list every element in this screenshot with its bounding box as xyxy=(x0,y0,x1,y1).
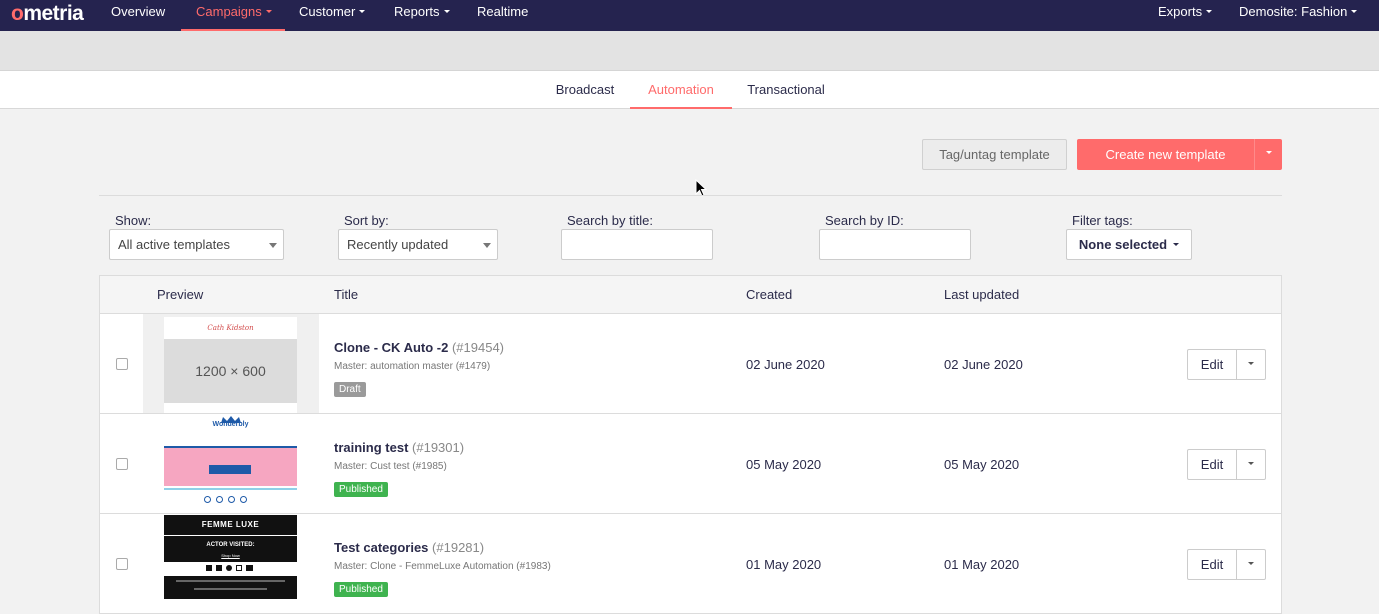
instagram-icon xyxy=(240,496,247,503)
chevron-down-icon xyxy=(1206,10,1213,14)
ometria-logo[interactable]: ometria xyxy=(11,2,84,26)
divider xyxy=(164,488,297,490)
social-icons xyxy=(204,496,258,504)
status-badge: Published xyxy=(334,582,388,597)
footer-text xyxy=(176,580,285,582)
page-header-band xyxy=(0,31,1379,71)
tag-untag-template-button[interactable]: Tag/untag template xyxy=(922,139,1067,170)
created-date: 02 June 2020 xyxy=(746,357,825,372)
search-id-label: Search by ID: xyxy=(825,213,904,228)
template-preview[interactable]: Cath Kidston 1200 × 600 xyxy=(143,314,319,413)
template-preview[interactable]: FEMME LUXE ACTOR VISITED: Shop Now xyxy=(143,514,319,613)
cta-block xyxy=(209,465,251,474)
nav-campaigns[interactable]: Campaigns xyxy=(181,0,285,31)
show-label: Show: xyxy=(115,213,152,228)
template-master: Master: Cust test (#1985) xyxy=(334,461,447,472)
search-title-input[interactable] xyxy=(561,229,713,260)
dropdown-arrow-icon xyxy=(269,243,277,248)
filter-tags-label: Filter tags: xyxy=(1072,213,1133,228)
tab-transactional[interactable]: Transactional xyxy=(740,71,832,109)
chevron-down-icon xyxy=(1248,562,1254,566)
nav-realtime[interactable]: Realtime xyxy=(477,0,528,31)
template-title[interactable]: training test (#19301) xyxy=(334,440,464,455)
templates-table: Preview Title Created Last updated Cath … xyxy=(99,275,1282,614)
edit-button[interactable]: Edit xyxy=(1187,449,1237,480)
status-badge: Draft xyxy=(334,382,366,397)
row-checkbox[interactable] xyxy=(116,458,128,470)
sort-by-select[interactable]: Recently updated xyxy=(338,229,498,260)
column-header-created[interactable]: Created xyxy=(746,276,792,314)
chevron-down-icon xyxy=(1248,462,1254,466)
chevron-down-icon xyxy=(1351,10,1358,14)
brand-logo: FEMME LUXE xyxy=(201,520,260,529)
row-checkbox[interactable] xyxy=(116,558,128,570)
banner-image xyxy=(164,446,297,486)
nav-reports[interactable]: Reports xyxy=(394,0,450,31)
column-header-preview: Preview xyxy=(157,287,204,302)
row-checkbox[interactable] xyxy=(116,358,128,370)
column-header-title[interactable]: Title xyxy=(334,276,358,314)
template-master: Master: automation master (#1479) xyxy=(334,361,491,372)
edit-button[interactable]: Edit xyxy=(1187,549,1237,580)
updated-date: 02 June 2020 xyxy=(944,357,1023,372)
twitter-icon xyxy=(228,496,235,503)
twitter-icon xyxy=(216,565,222,571)
facebook-icon xyxy=(206,565,212,571)
chevron-down-icon xyxy=(1265,151,1272,155)
nav-overview[interactable]: Overview xyxy=(111,0,165,31)
table-row[interactable]: FEMME LUXE ACTOR VISITED: Shop Now Test … xyxy=(100,514,1281,613)
tab-broadcast[interactable]: Broadcast xyxy=(545,71,625,109)
create-template-dropdown-button[interactable] xyxy=(1254,139,1282,170)
nav-customer[interactable]: Customer xyxy=(299,0,366,31)
pinterest-icon xyxy=(216,496,223,503)
chevron-down-icon xyxy=(1173,243,1180,247)
table-header: Preview Title Created Last updated xyxy=(100,276,1281,314)
dropdown-arrow-icon xyxy=(483,243,491,248)
sort-by-label: Sort by: xyxy=(344,213,389,228)
social-bar xyxy=(164,562,297,576)
template-master: Master: Clone - FemmeLuxe Automation (#1… xyxy=(334,561,551,572)
chevron-down-icon xyxy=(265,10,272,14)
image-placeholder: 1200 × 600 xyxy=(164,339,297,403)
edit-button[interactable]: Edit xyxy=(1187,349,1237,380)
table-row[interactable]: Cath Kidston 1200 × 600 Clone - CK Auto … xyxy=(100,314,1281,414)
updated-date: 01 May 2020 xyxy=(944,557,1020,572)
show-select[interactable]: All active templates xyxy=(109,229,284,260)
campaign-type-tabs: Broadcast Automation Transactional xyxy=(0,71,1379,109)
template-title[interactable]: Clone - CK Auto -2 (#19454) xyxy=(334,340,504,355)
edit-options-dropdown[interactable] xyxy=(1236,449,1266,480)
top-navbar: ometria Overview Campaigns Customer Repo… xyxy=(0,0,1379,31)
table-row[interactable]: Wonderbly training test (#19301) Master:… xyxy=(100,414,1281,514)
crown-icon xyxy=(221,416,241,423)
nav-site-switcher[interactable]: Demosite: Fashion xyxy=(1239,0,1358,31)
instagram-icon xyxy=(236,565,242,571)
search-title-label: Search by title: xyxy=(567,213,653,228)
tab-automation[interactable]: Automation xyxy=(630,71,732,109)
footer-text xyxy=(194,588,267,590)
template-preview[interactable]: Wonderbly xyxy=(143,414,319,513)
pinterest-icon xyxy=(226,565,232,571)
filter-tags-dropdown[interactable]: None selected xyxy=(1066,229,1192,260)
template-title[interactable]: Test categories (#19281) xyxy=(334,540,484,555)
edit-options-dropdown[interactable] xyxy=(1236,349,1266,380)
facebook-icon xyxy=(204,496,211,503)
updated-date: 05 May 2020 xyxy=(944,457,1020,472)
status-badge: Published xyxy=(334,482,388,497)
headline: ACTOR VISITED: xyxy=(206,542,255,548)
youtube-icon xyxy=(246,565,253,571)
chevron-down-icon xyxy=(1248,362,1254,366)
divider xyxy=(164,535,297,536)
shop-now-link: Shop Now xyxy=(221,553,240,558)
chevron-down-icon xyxy=(443,10,450,14)
search-id-input[interactable] xyxy=(819,229,971,260)
create-new-template-button[interactable]: Create new template xyxy=(1077,139,1254,170)
divider xyxy=(99,195,1282,196)
created-date: 05 May 2020 xyxy=(746,457,822,472)
chevron-down-icon xyxy=(359,10,366,14)
brand-logo: Cath Kidston xyxy=(164,317,297,339)
nav-exports[interactable]: Exports xyxy=(1158,0,1213,31)
created-date: 01 May 2020 xyxy=(746,557,822,572)
column-header-last-updated[interactable]: Last updated xyxy=(944,276,1019,314)
edit-options-dropdown[interactable] xyxy=(1236,549,1266,580)
